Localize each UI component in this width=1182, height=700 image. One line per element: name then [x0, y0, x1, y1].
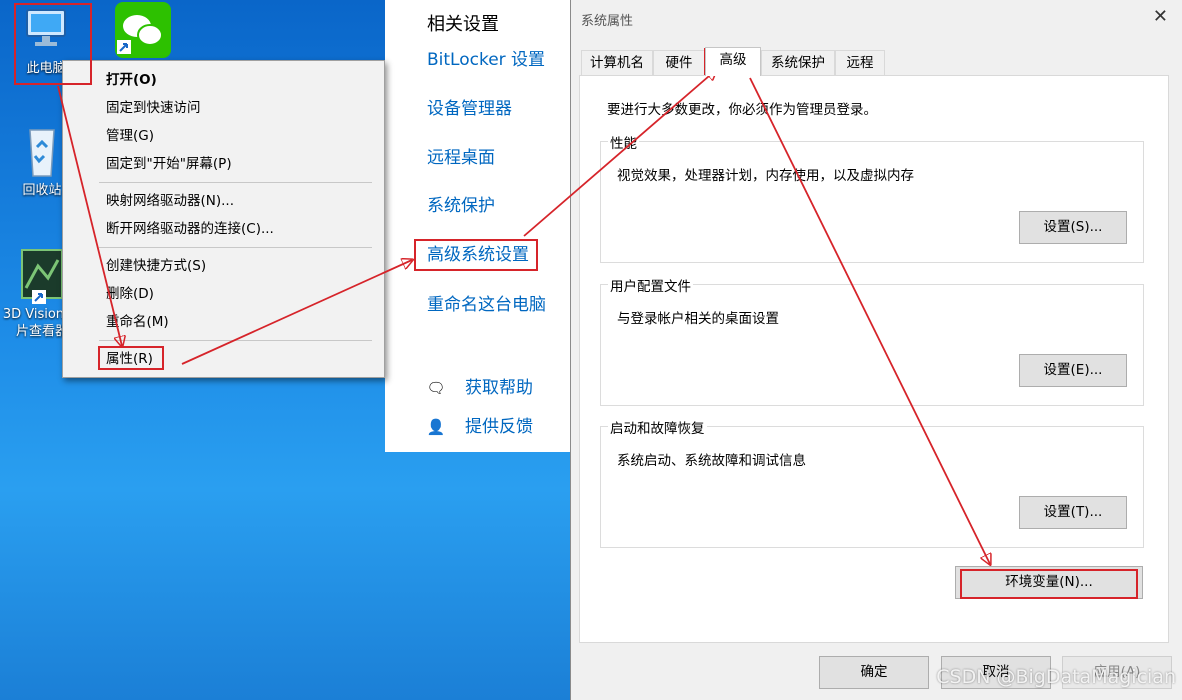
admin-notice: 要进行大多数更改，你必须作为管理员登录。 — [607, 102, 877, 118]
menu-item-delete[interactable]: 删除(D) — [63, 280, 384, 308]
user-profiles-group: 用户配置文件 与登录帐户相关的桌面设置 设置(E)... — [600, 275, 1144, 406]
watermark: CSDN @BigDataMagician — [936, 666, 1176, 688]
startup-recovery-settings-button[interactable]: 设置(T)... — [1019, 496, 1127, 529]
performance-group: 性能 视觉效果，处理器计划，内存使用，以及虚拟内存 设置(S)... — [600, 132, 1144, 263]
system-protection-link[interactable]: 系统保护 — [427, 191, 495, 216]
tab-remote[interactable]: 远程 — [835, 50, 885, 75]
wechat-shortcut[interactable] — [104, 0, 180, 62]
user-profiles-settings-button[interactable]: 设置(E)... — [1019, 354, 1127, 387]
get-help-link[interactable]: 🗨 获取帮助 — [425, 373, 533, 398]
feedback-label: 提供反馈 — [465, 417, 533, 437]
ok-button[interactable]: 确定 — [819, 656, 929, 689]
bitlocker-settings-link[interactable]: BitLocker 设置 — [427, 45, 545, 70]
recycle-bin-icon — [29, 129, 55, 177]
menu-separator — [99, 182, 372, 183]
rename-pc-link[interactable]: 重命名这台电脑 — [427, 290, 546, 315]
menu-item-create-shortcut[interactable]: 创建快捷方式(S) — [63, 252, 384, 280]
startup-recovery-desc: 系统启动、系统故障和调试信息 — [617, 453, 806, 469]
dialog-title: 系统属性 — [581, 14, 634, 29]
help-chat-icon: 🗨 — [426, 379, 446, 397]
get-help-label: 获取帮助 — [465, 378, 533, 398]
performance-desc: 视觉效果，处理器计划，内存使用，以及虚拟内存 — [617, 168, 914, 184]
menu-item-manage[interactable]: 管理(G) — [63, 122, 384, 150]
tab-computer-name[interactable]: 计算机名 — [581, 50, 653, 75]
computer-icon — [26, 9, 66, 46]
performance-title: 性能 — [608, 132, 639, 152]
tab-system-protection[interactable]: 系统保护 — [761, 50, 835, 75]
menu-separator — [99, 247, 372, 248]
menu-item-pin-start[interactable]: 固定到"开始"屏幕(P) — [63, 150, 384, 178]
startup-recovery-title: 启动和故障恢复 — [608, 417, 707, 437]
context-menu: 打开(O) 固定到快速访问 管理(G) 固定到"开始"屏幕(P) 映射网络驱动器… — [62, 60, 385, 378]
tab-advanced[interactable]: 高级 — [705, 47, 761, 76]
advanced-system-settings-link[interactable]: 高级系统设置 — [427, 240, 529, 265]
feedback-icon: 👤 — [426, 418, 446, 436]
menu-item-rename[interactable]: 重命名(M) — [63, 308, 384, 336]
menu-item-properties[interactable]: 属性(R) — [63, 345, 384, 373]
menu-item-map-drive[interactable]: 映射网络驱动器(N)... — [63, 187, 384, 215]
menu-separator — [99, 340, 372, 341]
close-icon[interactable]: ✕ — [1153, 6, 1168, 27]
menu-item-disconnect-drive[interactable]: 断开网络驱动器的连接(C)... — [63, 215, 384, 243]
menu-item-open[interactable]: 打开(O) — [63, 66, 384, 94]
environment-variables-button[interactable]: 环境变量(N)... — [955, 566, 1143, 599]
tab-hardware[interactable]: 硬件 — [653, 50, 705, 75]
device-manager-link[interactable]: 设备管理器 — [427, 94, 512, 119]
menu-item-pin-quick-access[interactable]: 固定到快速访问 — [63, 94, 384, 122]
related-settings-heading: 相关设置 — [427, 14, 499, 35]
user-profiles-title: 用户配置文件 — [608, 275, 693, 295]
related-settings-panel: 相关设置 BitLocker 设置 设备管理器 远程桌面 系统保护 高级系统设置… — [385, 0, 570, 452]
3d-vision-icon — [21, 249, 63, 304]
system-properties-dialog: 系统属性 ✕ 计算机名 硬件 高级 系统保护 远程 要进行大多数更改，你必须作为… — [570, 0, 1182, 700]
performance-settings-button[interactable]: 设置(S)... — [1019, 211, 1127, 244]
startup-recovery-group: 启动和故障恢复 系统启动、系统故障和调试信息 设置(T)... — [600, 417, 1144, 548]
remote-desktop-link[interactable]: 远程桌面 — [427, 143, 495, 168]
wechat-icon — [115, 2, 171, 58]
user-profiles-desc: 与登录帐户相关的桌面设置 — [617, 311, 779, 327]
feedback-link[interactable]: 👤 提供反馈 — [425, 412, 533, 437]
